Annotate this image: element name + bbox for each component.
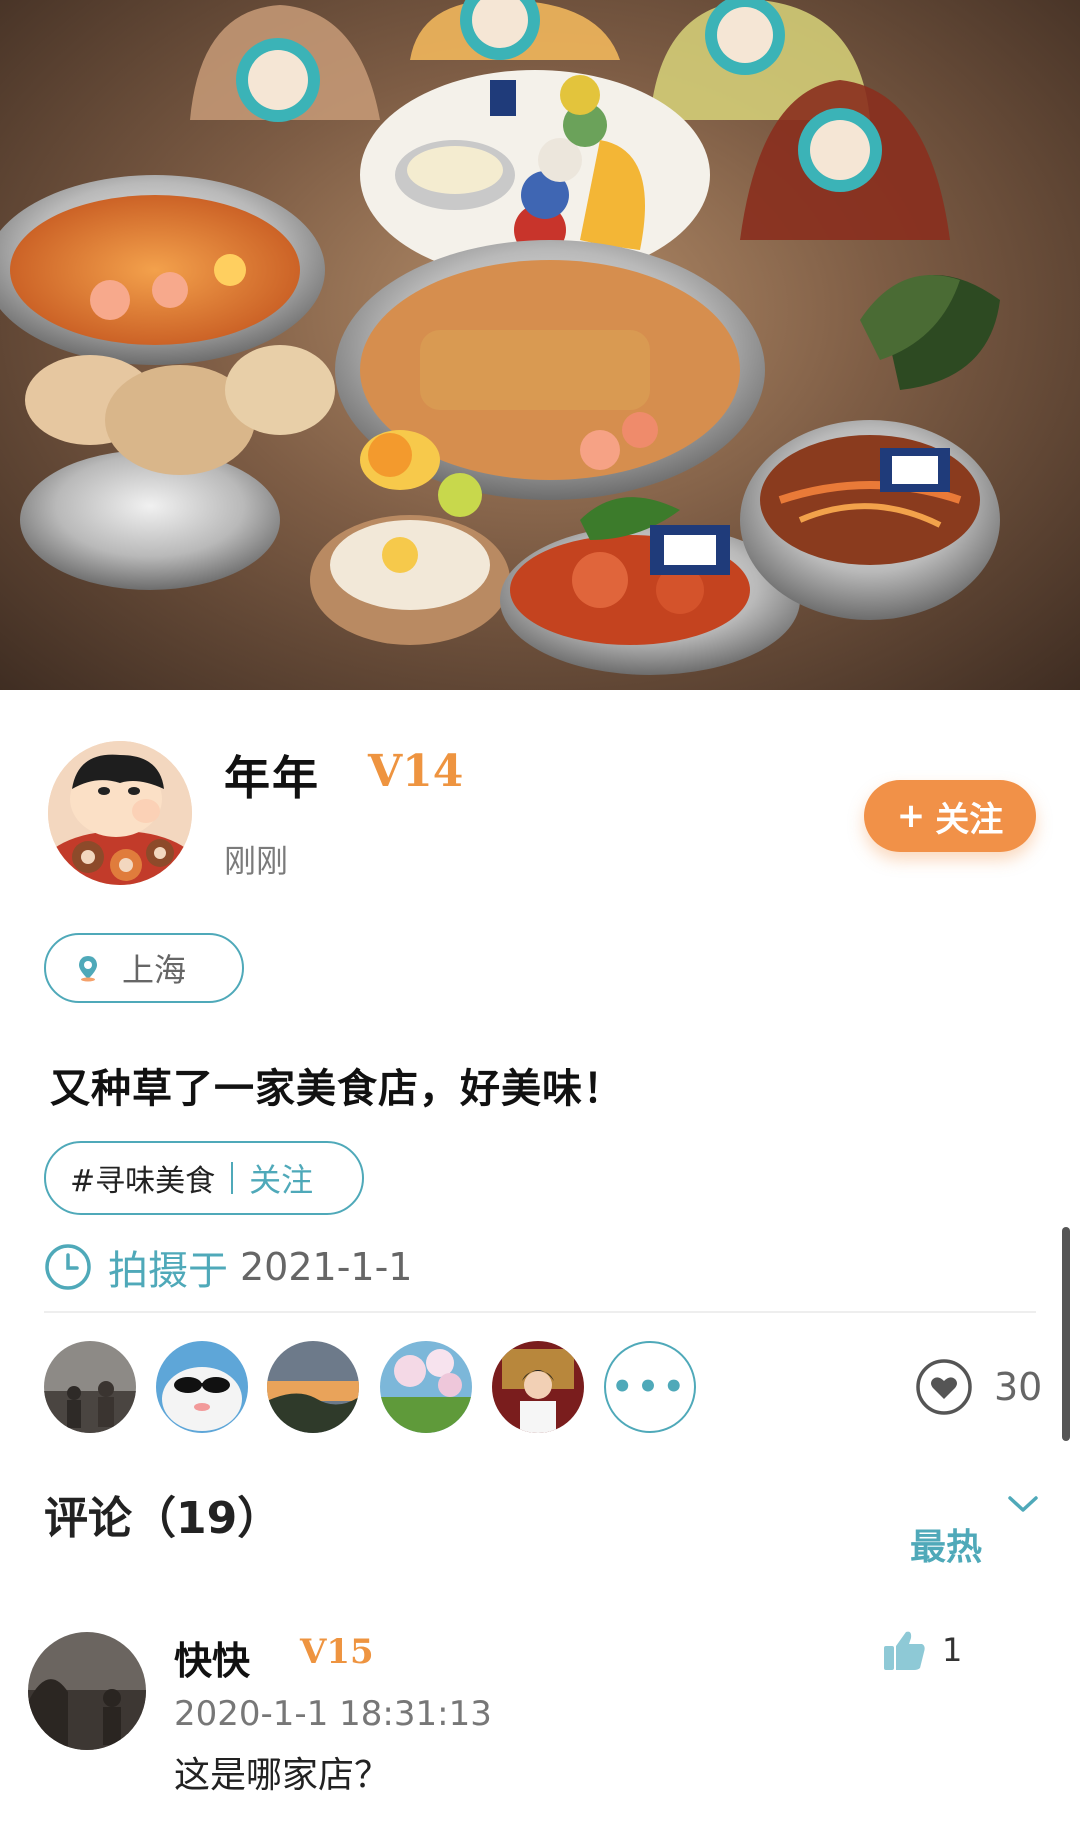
post-detail-page: 年年 V14 刚刚 + 关注 上海 又种草了一家美食店，好美味！ #寻味美食 关… [0, 0, 1080, 1829]
heart-icon [916, 1359, 972, 1415]
shot-date: 2021-1-1 [240, 1245, 413, 1289]
comment-like-count: 1 [942, 1631, 963, 1669]
cartoon-avatar-icon [48, 741, 192, 885]
location-chip[interactable]: 上海 [44, 933, 244, 1003]
plus-icon: + [896, 796, 926, 836]
liker-avatar-image [44, 1341, 136, 1433]
follow-button-label: 关注 [935, 799, 1004, 840]
liker-avatar-image [156, 1341, 248, 1433]
comment-avatar-image [28, 1632, 146, 1750]
liker-avatar-image [267, 1341, 359, 1433]
scrollbar[interactable] [1062, 1227, 1070, 1441]
more-likers-button[interactable]: ••• [604, 1341, 696, 1433]
chevron-down-icon [1008, 1496, 1038, 1512]
follow-button[interactable]: + 关注 [864, 780, 1036, 852]
comment-author[interactable]: 快快 [174, 1630, 250, 1685]
follow-topic-button[interactable]: 关注 [249, 1155, 313, 1201]
author-name[interactable]: 年年 [224, 742, 320, 808]
clock-icon [45, 1244, 91, 1290]
topic-tag[interactable]: #寻味美食 [70, 1156, 215, 1200]
liker-avatar-image [380, 1341, 472, 1433]
liker-avatar[interactable] [156, 1341, 248, 1433]
liker-avatar[interactable] [44, 1341, 136, 1433]
shot-date-row: 拍摄于 2021-1-1 [44, 1238, 412, 1296]
food-photo-illustration [0, 0, 1000, 675]
like-button[interactable]: 30 [914, 1357, 1042, 1417]
sort-label: 最热 [910, 1527, 983, 1568]
comment-like-button[interactable]: 1 [882, 1628, 962, 1672]
liker-avatar-image [492, 1341, 584, 1433]
divider [44, 1311, 1036, 1313]
liker-avatar[interactable] [380, 1341, 472, 1433]
author-avatar[interactable] [48, 741, 192, 885]
post-text: 又种草了一家美食店，好美味！ [50, 1066, 624, 1112]
thumbs-up-icon [884, 1631, 925, 1670]
location-label: 上海 [122, 951, 187, 989]
post-photo[interactable] [0, 0, 1080, 690]
comment-author-level-badge: V15 [300, 1632, 374, 1672]
comment-time: 2020-1-1 18:31:13 [174, 1694, 492, 1734]
topic-chip[interactable]: #寻味美食 关注 [44, 1141, 364, 1215]
author-level-badge: V14 [368, 746, 464, 797]
liker-avatar[interactable] [267, 1341, 359, 1433]
topic-divider [231, 1162, 234, 1194]
comment-sort-select[interactable]: 最热 [910, 1494, 1040, 1568]
location-pin-icon [79, 956, 97, 982]
comment-avatar[interactable] [28, 1632, 146, 1750]
shot-label: 拍摄于 [108, 1248, 228, 1294]
comment-text: 这是哪家店？ [174, 1755, 391, 1796]
like-count: 30 [994, 1365, 1043, 1409]
post-time: 刚刚 [224, 842, 289, 880]
comments-title: 评论（19） [44, 1493, 282, 1544]
liker-avatar[interactable] [492, 1341, 584, 1433]
